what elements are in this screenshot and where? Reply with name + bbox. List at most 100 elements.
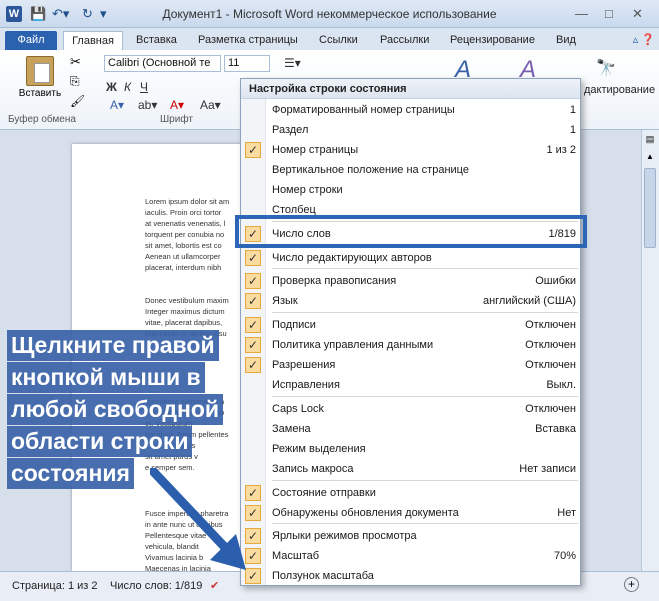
tab-file[interactable]: Файл [5, 31, 57, 50]
menu-item-editing-authors[interactable]: ✓ Число редактирующих авторов [241, 248, 580, 268]
bullets-icon[interactable]: ☰▾ [284, 56, 301, 70]
menu-item-value: Нет [557, 507, 576, 519]
tab-view[interactable]: Вид [550, 31, 582, 50]
tab-insert[interactable]: Вставка [130, 31, 183, 50]
clipboard-icon [26, 56, 54, 86]
font-color-icon[interactable]: A▾ [170, 98, 184, 112]
menu-item-page-number[interactable]: ✓ Номер страницы 1 из 2 [241, 140, 580, 160]
menu-item-label: Масштаб [272, 550, 320, 562]
scroll-thumb[interactable] [644, 168, 656, 248]
menu-item-language[interactable]: ✓ Язык английский (США) [241, 291, 580, 311]
minimize-icon[interactable]: — [575, 6, 588, 21]
zoom-in-icon[interactable]: + [624, 577, 639, 592]
font-size-select[interactable]: 11 [224, 55, 270, 72]
status-page[interactable]: Страница: 1 из 2 [8, 578, 102, 594]
tab-references[interactable]: Ссылки [313, 31, 364, 50]
tab-home[interactable]: Главная [63, 31, 123, 50]
window-title: Документ1 - Microsoft Word некоммерческо… [162, 7, 497, 21]
menu-item-label: Подписи [272, 319, 316, 331]
menu-item-caps-lock[interactable]: Caps Lock Отключен [241, 399, 580, 419]
menu-item-label: Язык [272, 295, 298, 307]
pointer-arrow-icon [150, 468, 246, 570]
menu-item-value: английский (США) [482, 295, 576, 307]
doc-paragraph-1: Lorem ipsum dolor sit am iaculis. Proin … [145, 197, 230, 272]
menu-item-formatted-page-number[interactable]: Форматированный номер страницы 1 [241, 100, 580, 120]
underline-icon[interactable]: Ч [140, 80, 148, 94]
cut-icon[interactable]: ✂ [70, 54, 81, 70]
paste-label: Вставить [18, 88, 62, 99]
instruction-line: состояния [7, 458, 134, 489]
menu-item-label: Состояние отправки [272, 487, 376, 499]
menu-item-label: Режим выделения [272, 443, 366, 455]
menu-item-line-number[interactable]: Номер строки [241, 180, 580, 200]
ruler-toggle-icon[interactable]: ▤ [644, 134, 656, 146]
menu-item-value: 1 [569, 104, 576, 116]
menu-item-vertical-position[interactable]: Вертикальное положение на странице [241, 160, 580, 180]
ribbon-tab-bar: Файл Главная Вставка Разметка страницы С… [0, 28, 659, 50]
find-icon[interactable]: 🔭 [596, 58, 616, 78]
ribbon-controls-icon[interactable]: ▵ ❓ [633, 33, 655, 46]
menu-item-label: Раздел [272, 124, 309, 136]
menu-item-document-updates[interactable]: ✓ Обнаружены обновления документа Нет [241, 503, 580, 523]
menu-item-label: Ползунок масштаба [272, 570, 374, 582]
menu-item-value: 1 [569, 124, 576, 136]
tab-page-layout[interactable]: Разметка страницы [192, 31, 304, 50]
menu-item-label: Исправления [272, 379, 340, 391]
text-effects-icon[interactable]: A▾ [110, 98, 124, 112]
menu-item-value: 70% [553, 550, 576, 562]
checkmark-icon: ✓ [245, 142, 261, 158]
instruction-line: области строки [7, 426, 193, 457]
bold-icon[interactable]: Ж [106, 80, 117, 94]
close-icon[interactable]: ✕ [632, 6, 643, 22]
scroll-up-icon[interactable]: ▲ [644, 152, 656, 164]
menu-item-zoom[interactable]: ✓ Масштаб 70% [241, 546, 580, 566]
menu-item-spelling-check[interactable]: ✓ Проверка правописания Ошибки [241, 271, 580, 291]
checkmark-icon: ✓ [245, 317, 261, 333]
menu-item-track-changes[interactable]: Исправления Выкл. [241, 375, 580, 395]
highlight-icon[interactable]: ab▾ [138, 98, 157, 112]
menu-item-label: Номер страницы [272, 144, 359, 156]
menu-item-permissions[interactable]: ✓ Разрешения Отключен [241, 355, 580, 375]
menu-item-label: Запись макроса [272, 463, 354, 475]
change-case-icon[interactable]: Aa▾ [200, 98, 221, 112]
menu-item-upload-status[interactable]: ✓ Состояние отправки [241, 483, 580, 503]
menu-item-value: Отключен [525, 339, 576, 351]
menu-item-macro-recording[interactable]: Запись макроса Нет записи [241, 459, 580, 479]
menu-item-overtype[interactable]: Замена Вставка [241, 419, 580, 439]
vertical-scrollbar[interactable]: ▤ ▲ [641, 130, 659, 571]
menu-item-view-shortcuts[interactable]: ✓ Ярлыки режимов просмотра [241, 526, 580, 546]
checkmark-icon: ✓ [245, 250, 261, 266]
menu-item-label: Проверка правописания [272, 275, 397, 287]
format-painter-icon[interactable]: 🖌 [70, 94, 85, 108]
font-name-select[interactable]: Calibri (Основной те [104, 55, 221, 72]
tab-review[interactable]: Рецензирование [444, 31, 541, 50]
menu-separator [272, 396, 578, 397]
menu-item-value: Отключен [525, 319, 576, 331]
menu-item-label: Обнаружены обновления документа [272, 507, 459, 519]
italic-icon[interactable]: К [124, 80, 131, 94]
menu-item-label: Политика управления данными [272, 339, 434, 351]
menu-item-section[interactable]: Раздел 1 [241, 120, 580, 140]
menu-item-information-policy[interactable]: ✓ Политика управления данными Отключен [241, 335, 580, 355]
paste-button[interactable]: Вставить [18, 56, 62, 99]
maximize-icon[interactable]: □ [605, 6, 613, 21]
menu-item-zoom-slider[interactable]: ✓ Ползунок масштаба [241, 566, 580, 586]
menu-item-label: Номер строки [272, 184, 343, 196]
font-group-label: Шрифт [160, 114, 193, 125]
checkmark-icon: ✓ [245, 273, 261, 289]
menu-item-label: Число редактирующих авторов [272, 252, 432, 264]
menu-item-signatures[interactable]: ✓ Подписи Отключен [241, 315, 580, 335]
menu-item-label: Вертикальное положение на странице [272, 164, 469, 176]
checkmark-icon: ✓ [245, 337, 261, 353]
checkmark-icon: ✓ [245, 293, 261, 309]
menu-item-value: Нет записи [519, 463, 576, 475]
menu-item-label: Ярлыки режимов просмотра [272, 530, 417, 542]
menu-item-value: Отключен [525, 359, 576, 371]
copy-icon[interactable]: ⎘ [70, 74, 80, 89]
menu-item-value: Вставка [535, 423, 576, 435]
menu-item-label: Разрешения [272, 359, 336, 371]
editing-label: дактирование [584, 84, 656, 96]
clipboard-group-label: Буфер обмена [8, 114, 76, 125]
menu-item-selection-mode[interactable]: Режим выделения [241, 439, 580, 459]
tab-mailings[interactable]: Рассылки [374, 31, 435, 50]
